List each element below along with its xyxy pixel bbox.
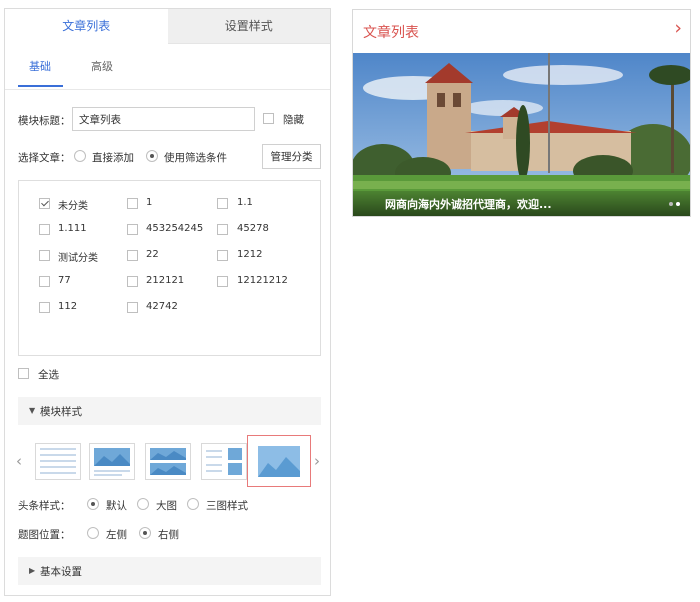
carousel-dot[interactable]: [669, 202, 673, 206]
category-label: 453254245: [146, 223, 204, 234]
position-right-label: 右侧: [158, 529, 179, 541]
category-label: 77: [58, 275, 71, 286]
category-label: 112: [58, 301, 78, 312]
category-label: 1.1: [237, 197, 253, 208]
category-label: 22: [146, 249, 159, 260]
headline-style-label: 头条样式：: [18, 500, 71, 512]
chevron-left-icon[interactable]: ‹: [16, 452, 22, 470]
radio-headline-triple[interactable]: [187, 498, 199, 510]
category-checkbox[interactable]: [127, 198, 138, 209]
carousel-dots: [669, 202, 680, 206]
direct-add-label: 直接添加: [92, 152, 134, 164]
style-thumb-text-list[interactable]: [35, 443, 81, 480]
category-checkbox[interactable]: [127, 224, 138, 235]
style-thumb-image-top[interactable]: [89, 443, 135, 480]
category-checkbox[interactable]: [217, 224, 228, 235]
category-label: 212121: [146, 275, 185, 286]
tab-set-style[interactable]: 设置样式: [167, 9, 330, 44]
module-style-section-header[interactable]: ▼ 模块样式: [18, 397, 321, 425]
top-tabs: 文章列表 设置样式: [5, 9, 330, 44]
headline-triple-label: 三图样式: [206, 500, 248, 512]
category-label: 45278: [237, 223, 269, 234]
category-checkbox[interactable]: [39, 224, 50, 235]
settings-panel: 文章列表 设置样式 基础 高级 模块标题： 隐藏 选择文章： 直接添加 使用筛选…: [4, 8, 331, 596]
category-checkbox[interactable]: [127, 276, 138, 287]
carousel-image[interactable]: 网商向海内外诚招代理商，欢迎...: [353, 53, 690, 216]
select-all-checkbox[interactable]: [18, 368, 29, 379]
carousel-dot-active[interactable]: [676, 202, 680, 206]
module-style-title: 模块样式: [40, 406, 82, 418]
hide-label: 隐藏: [283, 114, 304, 126]
category-label: 42742: [146, 301, 178, 312]
radio-position-left[interactable]: [87, 527, 99, 539]
select-article-label: 选择文章：: [18, 152, 71, 164]
image-side-style-icon: [206, 448, 242, 475]
category-checkbox[interactable]: [217, 250, 228, 261]
manage-category-button[interactable]: 管理分类: [262, 144, 321, 169]
headline-default-label: 默认: [106, 500, 127, 512]
category-label: 1212: [237, 249, 263, 260]
category-checkbox[interactable]: [39, 250, 50, 261]
image-grid-style-icon: [150, 448, 186, 475]
category-label: 测试分类: [58, 253, 98, 264]
basic-settings-title: 基本设置: [40, 566, 82, 578]
carousel-caption[interactable]: 网商向海内外诚招代理商，欢迎...: [385, 196, 552, 212]
category-checkbox[interactable]: [39, 276, 50, 287]
preview-title: 文章列表: [363, 25, 419, 41]
basic-settings-section-header[interactable]: ▶ 基本设置: [18, 557, 321, 585]
sub-tabs: 基础 高级: [5, 44, 330, 90]
category-checkbox[interactable]: [127, 250, 138, 261]
radio-headline-default[interactable]: [87, 498, 99, 510]
headline-large-label: 大图: [156, 500, 177, 512]
article-list-preview: 文章列表 › 网商向海内外诚招代理商，欢迎...: [352, 9, 691, 217]
caret-right-icon: ▶: [29, 566, 36, 575]
category-checkbox[interactable]: [127, 302, 138, 313]
category-checkbox[interactable]: [39, 302, 50, 313]
select-all-label: 全选: [38, 369, 59, 381]
caret-down-icon: ▼: [29, 406, 36, 415]
radio-headline-large[interactable]: [137, 498, 149, 510]
title-position-label: 题图位置：: [18, 529, 71, 541]
tab-article-list[interactable]: 文章列表: [5, 9, 168, 44]
subtab-basic[interactable]: 基础: [29, 58, 51, 74]
style-thumb-image-side[interactable]: [201, 443, 247, 480]
text-list-style-icon: [40, 448, 76, 474]
category-label: 1.111: [58, 223, 87, 234]
category-checkbox[interactable]: [217, 198, 228, 209]
chevron-right-icon[interactable]: ›: [674, 17, 682, 39]
category-checkbox[interactable]: [39, 198, 50, 209]
category-label: 12121212: [237, 275, 288, 286]
category-label: 1: [146, 197, 153, 208]
subtab-active-underline: [18, 85, 63, 87]
chevron-right-icon[interactable]: ›: [314, 452, 320, 470]
style-thumb-image-grid[interactable]: [145, 443, 191, 480]
radio-direct-add[interactable]: [74, 150, 86, 162]
radio-use-filter[interactable]: [146, 150, 158, 162]
image-top-style-icon: [94, 448, 130, 476]
position-left-label: 左侧: [106, 529, 127, 541]
subtab-advanced[interactable]: 高级: [91, 58, 113, 74]
category-box: 未分类 1 1.1 1.111 453254245 45278 测试分类 22 …: [18, 180, 321, 356]
module-title-label: 模块标题：: [18, 115, 71, 127]
radio-position-right[interactable]: [139, 527, 151, 539]
large-image-style-icon: [258, 446, 300, 477]
style-thumb-large-image[interactable]: [256, 443, 302, 480]
category-label: 未分类: [58, 201, 88, 212]
use-filter-label: 使用筛选条件: [164, 152, 227, 164]
category-checkbox[interactable]: [217, 276, 228, 287]
module-title-input[interactable]: [72, 107, 255, 131]
hide-checkbox[interactable]: [263, 113, 274, 124]
